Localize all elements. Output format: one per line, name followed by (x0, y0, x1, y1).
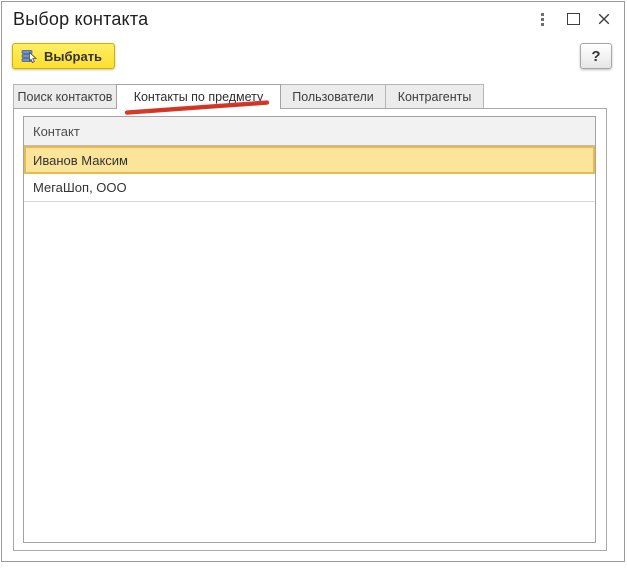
window-menu-button[interactable] (531, 8, 553, 30)
tab-bar: Поиск контактов Контакты по предмету Пол… (13, 84, 484, 109)
page-title: Выбор контакта (13, 9, 148, 30)
maximize-icon (567, 13, 580, 25)
contact-selection-dialog: Выбор контакта Выбрать ? Поиск контактов… (0, 0, 627, 568)
tab-counterparties[interactable]: Контрагенты (385, 84, 484, 108)
window-controls (531, 8, 615, 30)
tab-contacts-by-subject[interactable]: Контакты по предмету (116, 84, 281, 109)
table-row-selected[interactable]: Иванов Максим (24, 146, 595, 174)
tab-content-panel: Контакт Иванов Максим МегаШоп, ООО (13, 108, 607, 551)
more-vertical-icon (541, 13, 544, 26)
table-row[interactable]: МегаШоп, ООО (24, 174, 595, 202)
select-button-label: Выбрать (44, 49, 102, 64)
maximize-button[interactable] (562, 8, 584, 30)
select-button[interactable]: Выбрать (12, 43, 115, 69)
close-button[interactable] (593, 8, 615, 30)
close-icon (597, 12, 611, 26)
tab-contact-search[interactable]: Поиск контактов (13, 84, 117, 108)
tab-users[interactable]: Пользователи (280, 84, 386, 108)
column-header-contact[interactable]: Контакт (24, 117, 595, 146)
help-button[interactable]: ? (580, 43, 612, 69)
contact-table: Контакт Иванов Максим МегаШоп, ООО (23, 116, 596, 543)
select-list-cursor-icon (21, 48, 38, 64)
